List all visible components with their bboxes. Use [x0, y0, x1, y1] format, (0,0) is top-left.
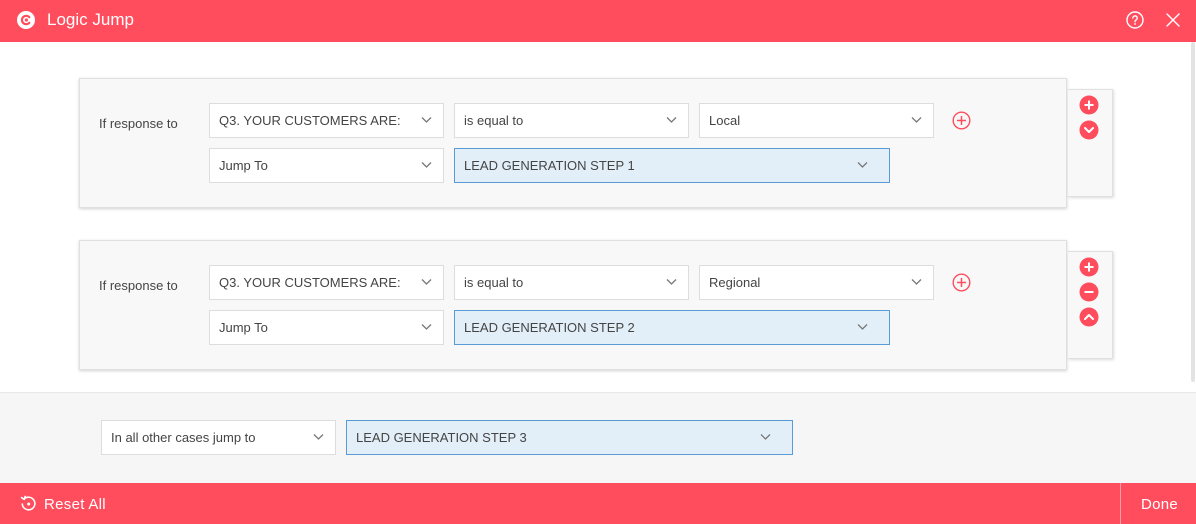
scrollbar[interactable] [1191, 42, 1195, 382]
help-circle-icon[interactable] [1126, 11, 1144, 29]
condition-select-value: is equal to [464, 275, 524, 290]
chevron-down-icon [421, 279, 432, 285]
dialog-title: Logic Jump [47, 10, 134, 29]
question-select[interactable]: Q3. YOUR CUSTOMERS ARE: [209, 265, 444, 300]
if-response-label: If response to [99, 278, 178, 293]
jump-target-value: LEAD GENERATION STEP 1 [464, 158, 635, 173]
condition-select[interactable]: is equal to [454, 103, 689, 138]
chevron-down-icon [760, 434, 771, 440]
condition-select[interactable]: is equal to [454, 265, 689, 300]
question-select-value: Q3. YOUR CUSTOMERS ARE: [219, 113, 401, 128]
jump-target-value: LEAD GENERATION STEP 2 [464, 320, 635, 335]
action-select[interactable]: Jump To [209, 148, 444, 183]
default-rule-select[interactable]: In all other cases jump to [101, 420, 336, 455]
add-rule-icon[interactable] [1079, 95, 1099, 115]
remove-rule-icon[interactable] [1079, 282, 1099, 302]
dialog-header: Logic Jump [0, 0, 1196, 42]
value-select[interactable]: Local [699, 103, 934, 138]
reset-all-label: Reset All [44, 496, 106, 513]
chevron-down-icon [421, 117, 432, 123]
value-select-value: Local [709, 113, 741, 128]
dialog-footer: Reset All Done [0, 483, 1196, 524]
add-condition-icon[interactable] [952, 273, 971, 292]
close-icon[interactable] [1165, 12, 1181, 28]
reset-icon [20, 495, 36, 511]
chevron-down-icon [911, 279, 922, 285]
move-up-icon[interactable] [1079, 307, 1099, 327]
chevron-down-icon [857, 162, 868, 168]
question-select[interactable]: Q3. YOUR CUSTOMERS ARE: [209, 103, 444, 138]
default-target-select[interactable]: LEAD GENERATION STEP 3 [346, 420, 793, 455]
chevron-down-icon [313, 434, 324, 440]
chevron-down-icon [421, 162, 432, 168]
chevron-down-icon [666, 279, 677, 285]
chevron-down-icon [666, 117, 677, 123]
move-down-icon[interactable] [1079, 120, 1099, 140]
add-condition-icon[interactable] [952, 111, 971, 130]
if-response-label: If response to [99, 116, 178, 131]
footer-divider [1120, 483, 1121, 524]
value-select[interactable]: Regional [699, 265, 934, 300]
logo-c-icon [17, 11, 35, 29]
default-target-value: LEAD GENERATION STEP 3 [356, 430, 527, 445]
condition-select-value: is equal to [464, 113, 524, 128]
jump-target-select[interactable]: LEAD GENERATION STEP 2 [454, 310, 890, 345]
action-select-value: Jump To [219, 158, 268, 173]
question-select-value: Q3. YOUR CUSTOMERS ARE: [219, 275, 401, 290]
done-button[interactable]: Done [1141, 496, 1178, 513]
jump-target-select[interactable]: LEAD GENERATION STEP 1 [454, 148, 890, 183]
value-select-value: Regional [709, 275, 761, 290]
rule-card-2 [79, 240, 1067, 370]
chevron-down-icon [421, 324, 432, 330]
add-rule-icon[interactable] [1079, 257, 1099, 277]
chevron-down-icon [857, 324, 868, 330]
chevron-down-icon [911, 117, 922, 123]
action-select-value: Jump To [219, 320, 268, 335]
action-select[interactable]: Jump To [209, 310, 444, 345]
default-rule-label: In all other cases jump to [111, 430, 256, 445]
rule-card-1 [79, 78, 1067, 208]
